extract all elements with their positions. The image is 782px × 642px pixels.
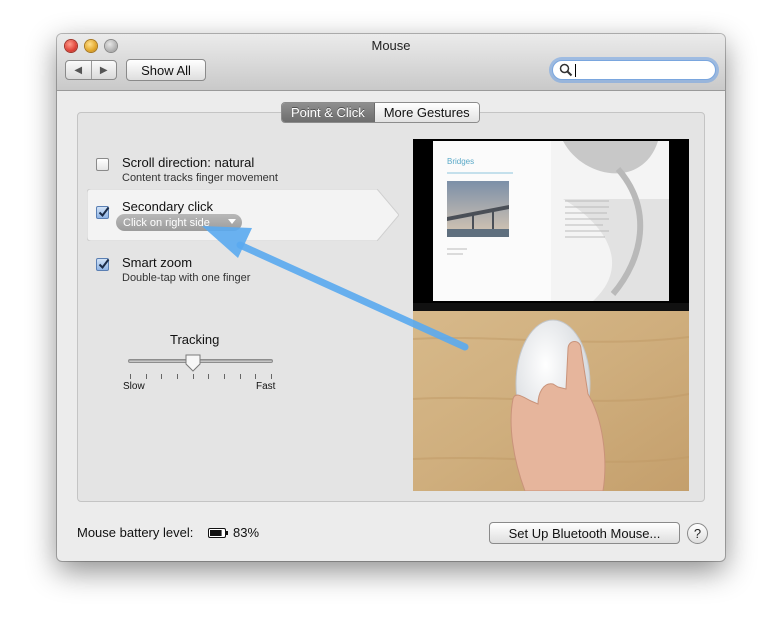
option-title: Scroll direction: natural	[122, 155, 255, 170]
option-subtitle: Content tracks finger movement	[122, 172, 278, 184]
title-bar: Mouse ◀ ▶ Show All	[57, 34, 725, 91]
slider-tick	[130, 374, 131, 379]
smart-zoom-checkbox[interactable]	[96, 258, 110, 271]
checkmark-icon	[98, 206, 110, 218]
slider-tick	[208, 374, 210, 379]
slider-knob[interactable]	[185, 354, 201, 372]
slider-min-label: Slow	[123, 381, 145, 392]
scroll-direction-checkbox[interactable]	[96, 158, 109, 171]
search-field[interactable]	[552, 60, 716, 80]
setup-bluetooth-mouse-button[interactable]: Set Up Bluetooth Mouse...	[489, 522, 680, 544]
popup-value: Click on right side	[123, 216, 210, 229]
battery-percent: 83%	[233, 525, 260, 540]
slider-tick	[161, 374, 163, 379]
secondary-click-checkbox[interactable]	[96, 206, 110, 219]
gesture-preview-video: Bridges	[413, 139, 689, 491]
battery-level-label: Mouse battery level:	[77, 525, 194, 540]
back-forward-control: ◀ ▶	[65, 60, 117, 80]
slider-max-label: Fast	[256, 381, 276, 392]
slider-tick	[177, 374, 178, 379]
chevron-down-icon	[228, 219, 236, 224]
checkmark-icon	[98, 258, 110, 270]
option-subtitle: Double-tap with one finger	[122, 272, 251, 284]
slider-tick	[239, 374, 241, 379]
secondary-click-popup[interactable]: Click on right side	[116, 214, 242, 231]
forward-arrow-icon[interactable]: ▶	[92, 61, 117, 79]
help-button[interactable]: ?	[687, 523, 708, 544]
search-icon	[559, 63, 573, 77]
tab-point-and-click[interactable]: Point & Click	[282, 103, 375, 122]
mouse-preferences-window: Mouse ◀ ▶ Show All Point & Click More Ge…	[57, 34, 725, 561]
book-title: Bridges	[447, 157, 474, 166]
slider-tick	[192, 374, 194, 379]
tab-bar: Point & Click More Gestures	[281, 102, 480, 123]
show-all-button[interactable]: Show All	[126, 59, 206, 81]
slider-tick	[224, 374, 225, 379]
back-arrow-icon[interactable]: ◀	[66, 61, 92, 79]
option-title: Secondary click	[122, 199, 214, 214]
slider-tick	[255, 374, 257, 379]
window-title: Mouse	[371, 38, 411, 53]
preview-image: Bridges	[413, 139, 689, 491]
option-title: Smart zoom	[122, 255, 193, 270]
slider-tick	[271, 374, 272, 379]
tracking-label: Tracking	[170, 332, 220, 347]
slider-tick	[145, 374, 147, 379]
text-cursor	[575, 64, 576, 77]
tab-more-gestures[interactable]: More Gestures	[374, 103, 479, 122]
battery-icon	[208, 528, 228, 538]
